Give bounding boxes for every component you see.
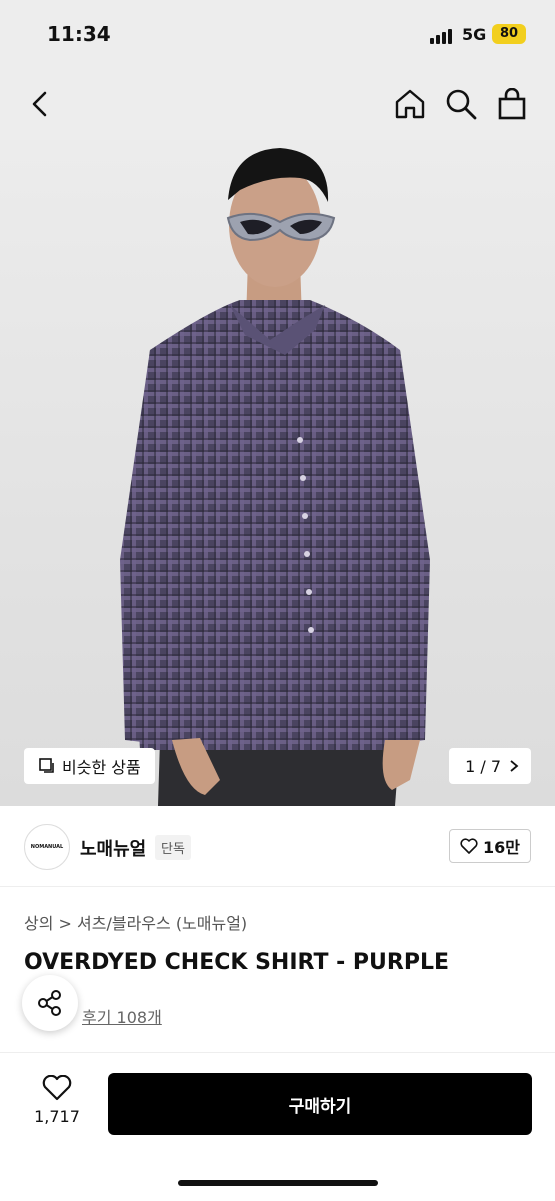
brand-logo-text: NOMANUAL xyxy=(30,844,64,850)
home-icon[interactable] xyxy=(394,88,426,120)
wishlist-count: 1,717 xyxy=(34,1107,80,1126)
signal-icon xyxy=(430,28,456,44)
breadcrumb[interactable]: 상의 > 셔츠/블라우스 (노매뉴얼) xyxy=(24,910,247,934)
chevron-right-icon xyxy=(510,760,519,772)
wishlist-button[interactable]: 1,717 xyxy=(34,1074,80,1126)
brand-logo[interactable]: NOMANUAL xyxy=(24,824,70,870)
home-indicator xyxy=(178,1180,378,1186)
reviews-link[interactable]: 후기 108개 xyxy=(82,1004,162,1028)
heart-icon xyxy=(460,838,478,854)
brand-like-button[interactable]: 16만 xyxy=(449,829,531,863)
brand-row: NOMANUAL 노매뉴얼 단독 16만 xyxy=(0,806,555,887)
buy-button[interactable]: 구매하기 xyxy=(108,1073,532,1135)
status-bar: 11:34 5G 80 xyxy=(0,0,555,70)
top-nav xyxy=(0,70,555,140)
bottom-action-bar: 1,717 구매하기 xyxy=(0,1052,555,1201)
shopping-bag-icon[interactable] xyxy=(497,88,527,120)
exclusive-badge: 단독 xyxy=(155,835,191,860)
network-type: 5G xyxy=(462,25,487,44)
image-pager[interactable]: 1 / 7 xyxy=(449,748,531,784)
product-image[interactable] xyxy=(0,140,555,806)
product-title: OVERDYED CHECK SHIRT - PURPLE xyxy=(24,950,450,975)
status-time: 11:34 xyxy=(47,22,111,46)
brand-like-count: 16만 xyxy=(483,838,520,857)
brand-name[interactable]: 노매뉴얼 xyxy=(80,835,146,861)
chevron-left-icon[interactable] xyxy=(28,90,52,118)
share-button[interactable] xyxy=(22,975,78,1031)
search-icon[interactable] xyxy=(445,88,477,120)
heart-icon xyxy=(42,1074,72,1101)
similar-products-label: 비슷한 상품 xyxy=(62,758,141,777)
pager-label: 1 / 7 xyxy=(465,756,501,776)
battery-icon: 80 xyxy=(492,24,526,44)
similar-products-button[interactable]: 비슷한 상품 xyxy=(24,748,155,784)
share-icon xyxy=(38,990,61,1016)
copy-icon xyxy=(39,758,54,773)
model-illustration xyxy=(120,148,430,806)
